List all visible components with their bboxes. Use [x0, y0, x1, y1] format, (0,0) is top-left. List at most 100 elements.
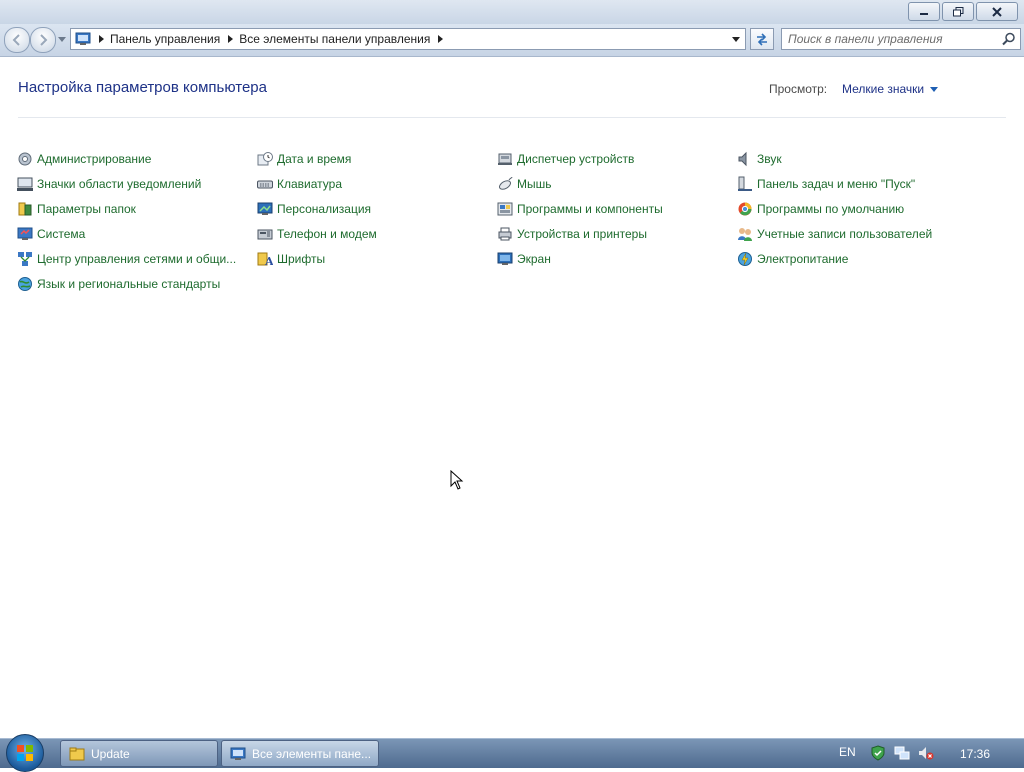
item-label: Программы и компоненты	[517, 201, 663, 216]
chevron-down-icon	[930, 86, 939, 92]
language-indicator[interactable]: EN	[839, 745, 856, 759]
breadcrumb-separator-icon[interactable]	[438, 35, 444, 43]
refresh-icon	[757, 33, 767, 46]
windows-logo-icon	[17, 745, 33, 761]
search-box[interactable]	[781, 28, 1021, 50]
item-phone-modem[interactable]: Телефон и модем	[257, 221, 497, 246]
taskbar-item-label: Все элементы пане...	[252, 746, 372, 761]
control-panel-icon	[75, 32, 91, 45]
view-by-dropdown[interactable]: Мелкие значки	[842, 82, 939, 96]
system-icon	[17, 226, 33, 242]
item-fonts[interactable]: A Шрифты	[257, 246, 497, 271]
item-label: Система	[37, 226, 86, 241]
window-title-bar	[0, 0, 1024, 24]
network-icon[interactable]	[894, 745, 910, 761]
item-device-manager[interactable]: Диспетчер устройств	[497, 146, 737, 171]
item-label: Параметры папок	[37, 201, 136, 216]
address-bar[interactable]: Панель управления Все элементы панели уп…	[70, 28, 746, 50]
item-network-center[interactable]: Центр управления сетями и общи...	[17, 246, 257, 271]
security-shield-icon[interactable]	[870, 745, 886, 761]
region-language-icon	[17, 276, 33, 292]
page-title: Настройка параметров компьютера	[18, 79, 267, 96]
folder-options-icon	[17, 201, 33, 217]
item-label: Телефон и модем	[277, 226, 377, 241]
network-center-icon	[17, 251, 33, 267]
item-label: Звук	[757, 151, 782, 166]
item-mouse[interactable]: Мышь	[497, 171, 737, 196]
mouse-icon	[497, 176, 513, 192]
close-button[interactable]	[976, 2, 1018, 21]
item-display[interactable]: Экран	[497, 246, 737, 271]
sound-icon	[737, 151, 753, 167]
item-power-options[interactable]: Электропитание	[737, 246, 977, 271]
item-default-programs[interactable]: Программы по умолчанию	[737, 196, 977, 221]
address-history-dropdown[interactable]	[729, 32, 743, 46]
mouse-cursor-icon	[450, 470, 464, 490]
recent-pages-dropdown-icon[interactable]	[58, 35, 66, 43]
volume-muted-icon[interactable]	[918, 745, 934, 761]
item-label: Центр управления сетями и общи...	[37, 251, 237, 266]
item-taskbar-start-menu[interactable]: Панель задач и меню "Пуск"	[737, 171, 977, 196]
item-label: Дата и время	[277, 151, 352, 166]
control-panel-icon	[230, 746, 246, 762]
item-devices-printers[interactable]: Устройства и принтеры	[497, 221, 737, 246]
default-programs-icon	[737, 201, 753, 217]
devices-printers-icon	[497, 226, 513, 242]
keyboard-icon	[257, 176, 273, 192]
item-label: Программы по умолчанию	[757, 201, 905, 216]
item-label: Мышь	[517, 176, 552, 191]
view-by-label: Просмотр:	[769, 82, 828, 96]
breadcrumb-all-items[interactable]: Все элементы панели управления	[239, 32, 430, 46]
item-personalization[interactable]: Персонализация	[257, 196, 497, 221]
phone-modem-icon	[257, 226, 273, 242]
back-button[interactable]	[4, 27, 30, 53]
minimize-button[interactable]	[908, 2, 940, 21]
item-sound[interactable]: Звук	[737, 146, 977, 171]
maximize-button[interactable]	[942, 2, 974, 21]
item-folder-options[interactable]: Параметры папок	[17, 196, 257, 221]
search-icon[interactable]	[1002, 32, 1016, 46]
fonts-icon: A	[257, 251, 273, 267]
breadcrumb-control-panel[interactable]: Панель управления	[110, 32, 220, 46]
item-notification-icons[interactable]: Значки области уведомлений	[17, 171, 257, 196]
power-options-icon	[737, 251, 753, 267]
search-input[interactable]	[788, 32, 988, 46]
navigation-bar: Панель управления Все элементы панели уп…	[0, 24, 1024, 57]
items-column-4: Звук Панель задач и меню "Пуск" Программ…	[737, 146, 977, 271]
close-icon	[992, 6, 1002, 17]
item-region-language[interactable]: Язык и региональные стандарты	[17, 271, 257, 296]
item-label: Экран	[517, 251, 551, 266]
personalization-icon	[257, 201, 273, 217]
item-label: Панель задач и меню "Пуск"	[757, 176, 916, 191]
item-user-accounts[interactable]: Учетные записи пользователей	[737, 221, 977, 246]
device-manager-icon	[497, 151, 513, 167]
item-label: Шрифты	[277, 251, 326, 266]
item-administrative-tools[interactable]: Администрирование	[17, 146, 257, 171]
folder-icon	[69, 746, 85, 762]
header-divider	[18, 117, 1006, 118]
taskbar-item-update[interactable]: Update	[60, 740, 218, 767]
taskbar-item-label: Update	[91, 746, 130, 761]
items-column-2: Дата и время Клавиатура Персонализация Т…	[257, 146, 497, 271]
item-label: Электропитание	[757, 251, 849, 266]
date-time-icon	[257, 151, 273, 167]
clock[interactable]: 17:36	[960, 747, 990, 761]
taskbar: Update Все элементы пане... EN 17:36	[0, 734, 1024, 772]
breadcrumb-separator-icon[interactable]	[99, 35, 104, 43]
taskbar-item-control-panel[interactable]: Все элементы пане...	[221, 740, 379, 767]
refresh-button[interactable]	[750, 28, 774, 50]
forward-button[interactable]	[30, 27, 56, 53]
taskbar-start-icon	[737, 176, 753, 192]
items-column-1: Администрирование Значки области уведомл…	[17, 146, 257, 296]
window-controls	[908, 2, 1018, 21]
item-date-time[interactable]: Дата и время	[257, 146, 497, 171]
minimize-icon	[920, 12, 928, 15]
svg-text:A: A	[264, 255, 273, 267]
item-programs-features[interactable]: Программы и компоненты	[497, 196, 737, 221]
notification-icons-icon	[17, 176, 33, 192]
item-keyboard[interactable]: Клавиатура	[257, 171, 497, 196]
start-button[interactable]	[6, 734, 44, 772]
breadcrumb-separator-icon[interactable]	[228, 35, 234, 43]
item-label: Клавиатура	[277, 176, 342, 191]
item-system[interactable]: Система	[17, 221, 257, 246]
